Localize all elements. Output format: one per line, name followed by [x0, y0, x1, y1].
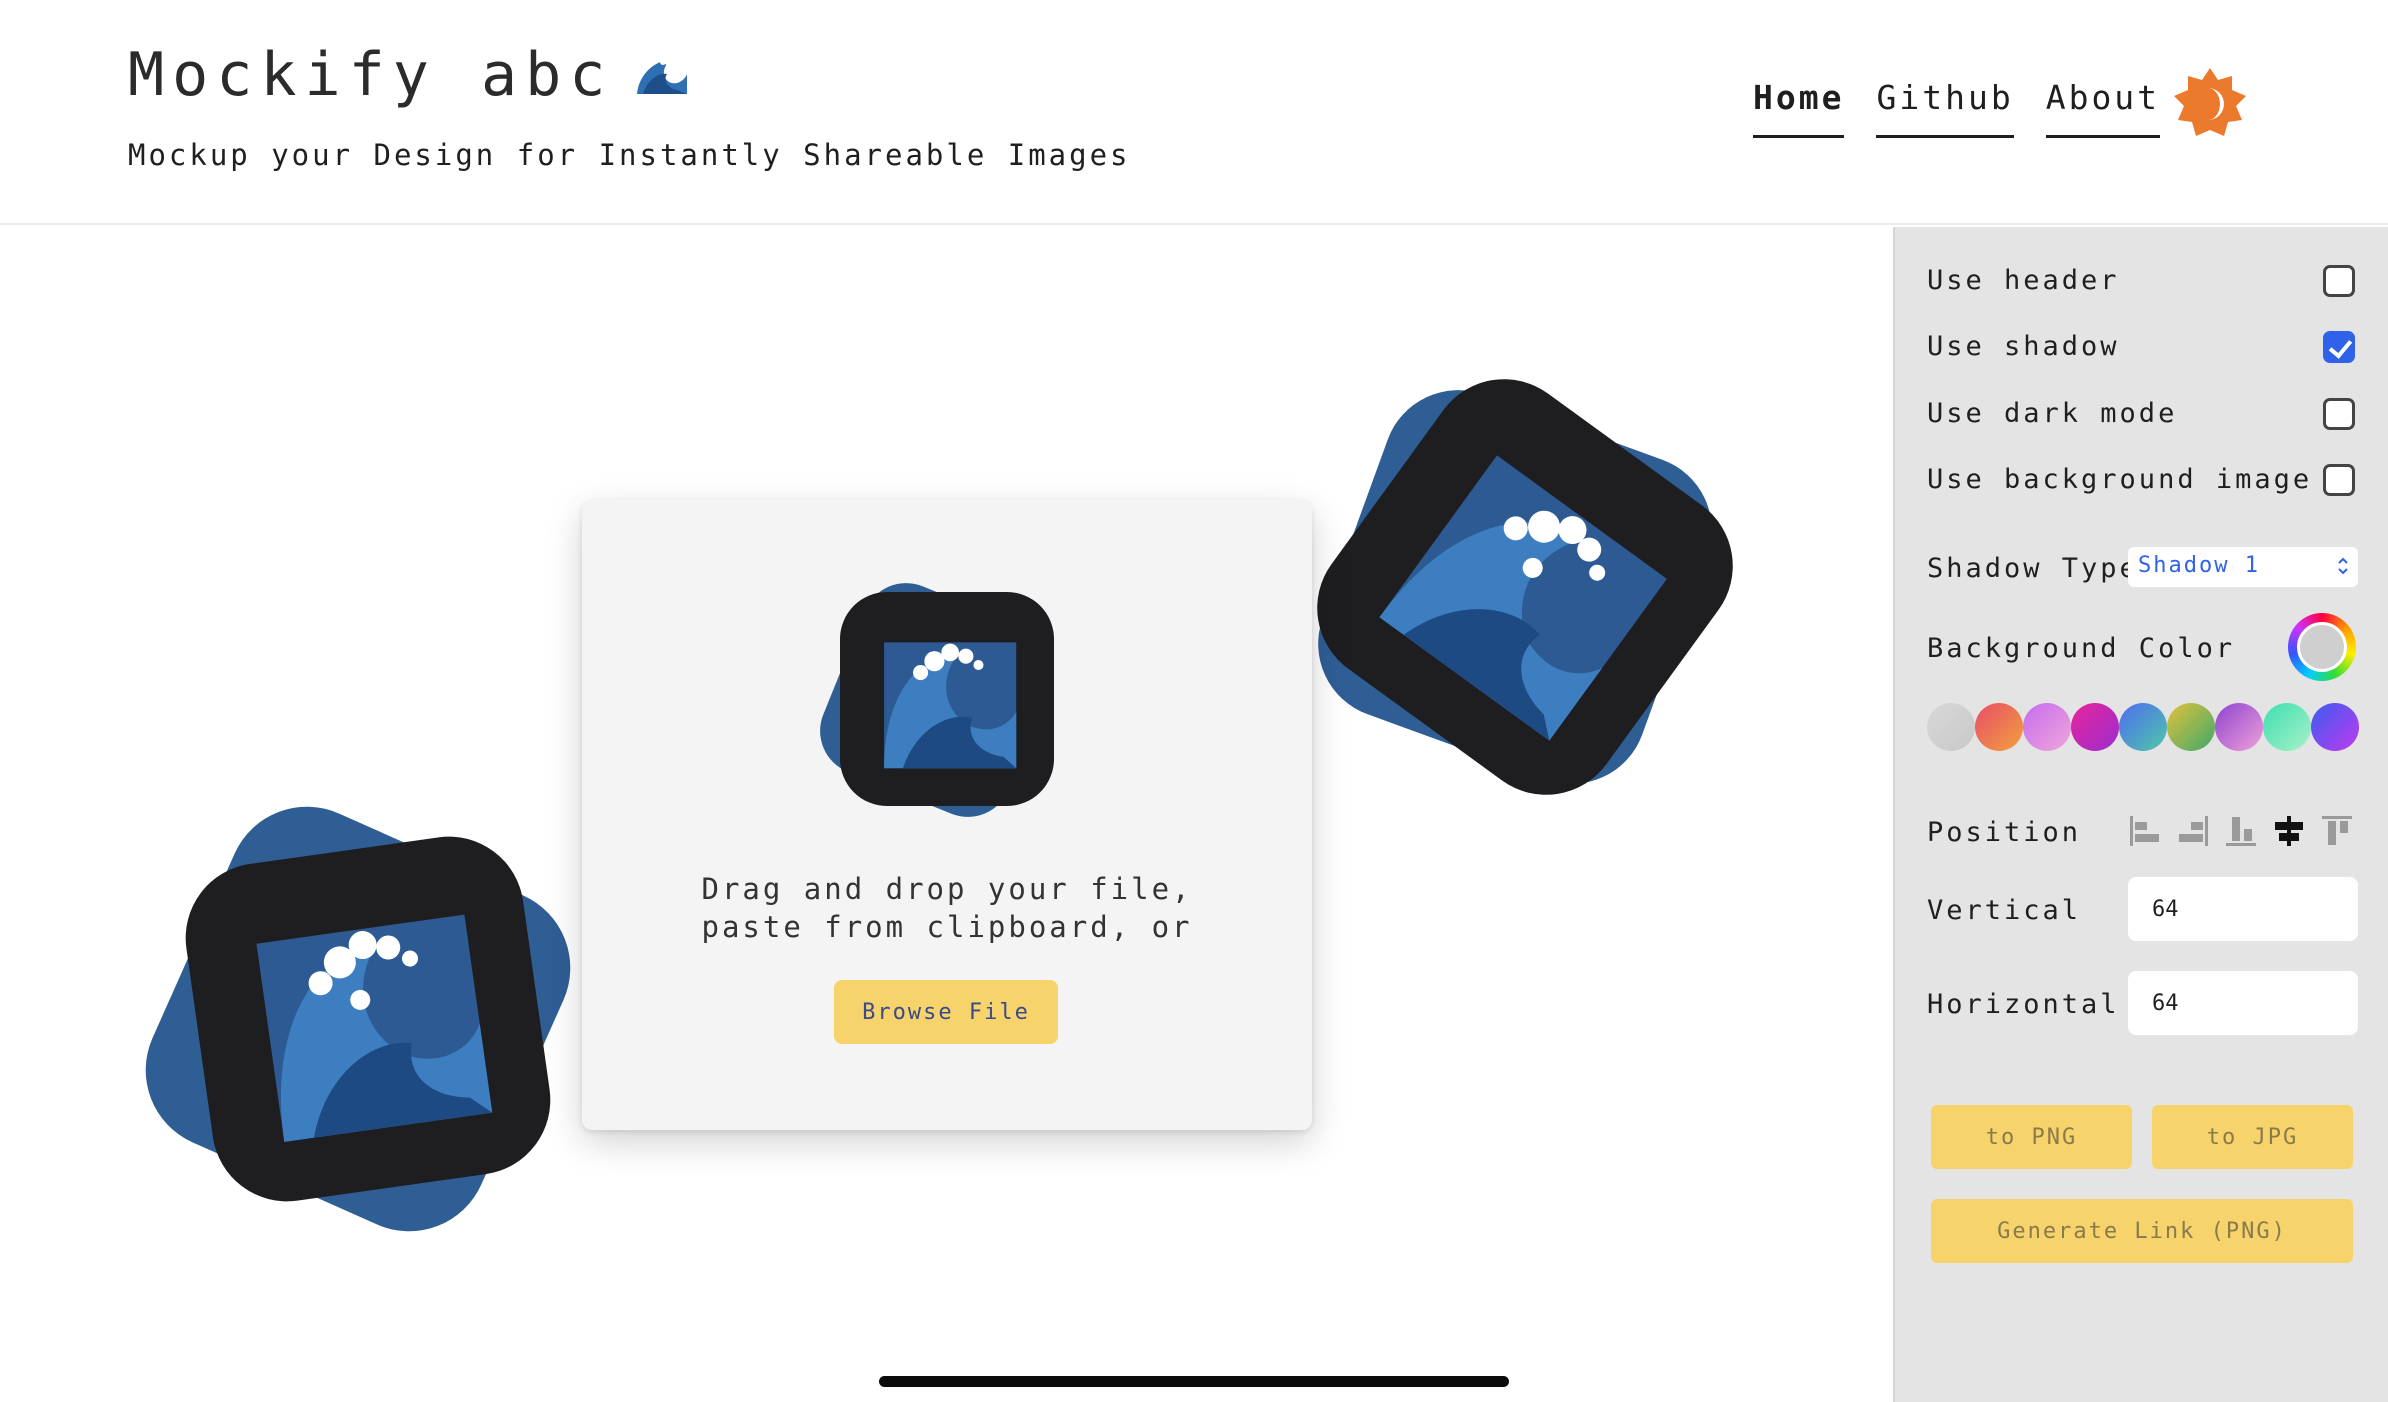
home-indicator	[879, 1376, 1509, 1387]
export-png-button[interactable]: to PNG	[1931, 1105, 2132, 1169]
align-center-icon[interactable]	[2272, 814, 2306, 848]
settings-panel: Use header Use shadow Use dark mode Use …	[1893, 227, 2388, 1402]
shadow-type-label: Shadow Type	[1927, 553, 2139, 584]
position-options	[2128, 814, 2354, 848]
dropzone-instruction-line2: paste from clipboard, or	[701, 910, 1193, 944]
nav-github-link[interactable]: Github	[1876, 78, 2014, 138]
use-header-checkbox[interactable]	[2323, 265, 2355, 297]
shadow-type-value: Shadow 1	[2138, 553, 2260, 578]
app-subtitle: Mockup your Design for Instantly Shareab…	[128, 138, 1131, 172]
brand-title: Mockify abc	[128, 40, 691, 113]
water-wave-icon	[884, 642, 1017, 769]
background-swatches	[1927, 703, 2359, 751]
swatch-blue-violet[interactable]	[2311, 703, 2359, 751]
vertical-label: Vertical	[1927, 895, 2082, 926]
swatch-purple-pink[interactable]	[2215, 703, 2263, 751]
swatch-gray[interactable]	[1927, 703, 1975, 751]
upload-preview-icon	[806, 569, 1068, 831]
vertical-input[interactable]	[2128, 877, 2358, 941]
position-label: Position	[1927, 817, 2082, 848]
mockup-preview-left	[120, 781, 596, 1257]
export-jpg-button[interactable]: to JPG	[2152, 1105, 2353, 1169]
color-picker-button[interactable]	[2288, 613, 2356, 681]
app-title: Mockify abc	[128, 40, 614, 110]
generate-link-button[interactable]: Generate Link (PNG)	[1931, 1199, 2353, 1263]
use-shadow-label: Use shadow	[1927, 331, 2120, 362]
align-bottom-icon[interactable]	[2224, 814, 2258, 848]
preview-stage: Drag and drop your file, paste from clip…	[0, 227, 1893, 1402]
use-dark-mode-checkbox[interactable]	[2323, 398, 2355, 430]
mockup-preview-right	[1287, 349, 1763, 825]
use-background-image-checkbox[interactable]	[2323, 464, 2355, 496]
horizontal-label: Horizontal	[1927, 989, 2120, 1020]
swatch-lavender[interactable]	[2023, 703, 2071, 751]
nav-home-link[interactable]: Home	[1753, 78, 1845, 138]
water-wave-icon	[1379, 455, 1667, 741]
water-wave-icon	[633, 43, 691, 113]
swatch-red-orange[interactable]	[1975, 703, 2023, 751]
swatch-blue-teal[interactable]	[2119, 703, 2167, 751]
chevron-updown-icon	[2336, 555, 2350, 583]
align-left-icon[interactable]	[2128, 814, 2162, 848]
background-color-label: Background Color	[1927, 633, 2236, 664]
use-dark-mode-label: Use dark mode	[1927, 398, 2178, 429]
swatch-mint[interactable]	[2263, 703, 2311, 751]
file-dropzone[interactable]: Drag and drop your file, paste from clip…	[582, 500, 1312, 1130]
swatch-yellow-green[interactable]	[2167, 703, 2215, 751]
dropzone-instruction-line1: Drag and drop your file,	[701, 872, 1193, 906]
horizontal-input[interactable]	[2128, 971, 2358, 1035]
use-background-image-label: Use background image	[1927, 464, 2313, 495]
shadow-type-select[interactable]: Shadow 1	[2128, 547, 2358, 587]
align-right-icon[interactable]	[2176, 814, 2210, 848]
sun-moon-icon	[2174, 68, 2246, 136]
swatch-magenta[interactable]	[2071, 703, 2119, 751]
water-wave-icon	[256, 914, 493, 1142]
use-header-label: Use header	[1927, 265, 2120, 296]
header: Mockify abc Mockup your Design for Insta…	[0, 0, 2388, 225]
nav-about-link[interactable]: About	[2045, 78, 2161, 138]
use-shadow-checkbox[interactable]	[2323, 331, 2355, 363]
main-nav: Home Github About	[1753, 78, 2161, 138]
align-top-icon[interactable]	[2320, 814, 2354, 848]
theme-toggle-button[interactable]	[2172, 66, 2248, 142]
browse-file-button[interactable]: Browse File	[834, 980, 1058, 1044]
